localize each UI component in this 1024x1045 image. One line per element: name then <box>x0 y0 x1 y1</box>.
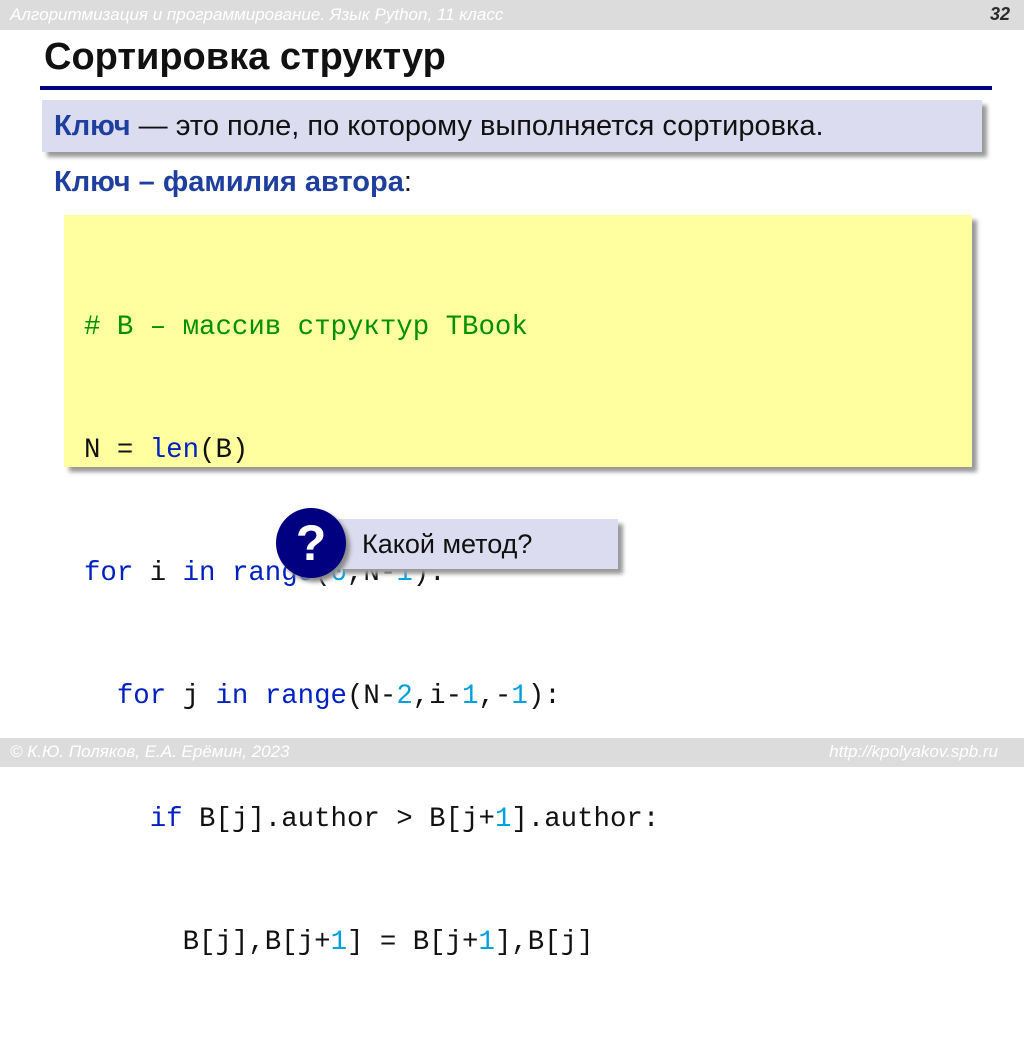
code-line-2: N = len(B) <box>84 430 659 471</box>
code-number: 1 <box>494 804 512 835</box>
code-keyword: in <box>215 681 249 712</box>
code-text: ] = B[j+ <box>347 927 479 958</box>
code-text: j <box>166 681 216 712</box>
code-block: # B – массив структур TBook N = len(B) f… <box>64 215 972 958</box>
definition-term: Ключ <box>54 110 131 142</box>
code-text: ): <box>527 681 561 712</box>
slide-title: Сортировка структур <box>44 36 446 78</box>
slide: Алгоритмизация и программирование. Язык … <box>0 0 1024 958</box>
question-text: Какой метод? <box>362 529 533 559</box>
code-text: ],B[j] <box>494 927 594 958</box>
code-listing: # B – массив структур TBook N = len(B) f… <box>84 225 659 1045</box>
title-underline <box>40 86 992 90</box>
code-text: N = <box>84 435 150 466</box>
code-number: 1 <box>462 681 479 712</box>
question-box: Какой метод? <box>338 519 618 569</box>
code-keyword: for <box>116 681 167 712</box>
code-number: 1 <box>478 927 495 958</box>
code-line-6: B[j],B[j+1] = B[j+1],B[j] <box>84 922 659 963</box>
footer-bar: © К.Ю. Поляков, Е.А. Ерёмин, 2023 http:/… <box>0 738 1024 767</box>
code-keyword: if <box>149 804 183 835</box>
code-text: (B) <box>199 435 249 466</box>
question-mark-icon[interactable]: ? <box>276 508 346 578</box>
code-number: 2 <box>396 681 413 712</box>
key-line-text: Ключ – фамилия автора <box>54 166 404 198</box>
course-title: Алгоритмизация и программирование. Язык … <box>10 5 504 24</box>
code-line-5: if B[j].author > B[j+1].author: <box>84 799 660 840</box>
definition-text: Ключ — это поле, по которому выполняется… <box>54 110 824 143</box>
code-number: 1 <box>330 927 347 958</box>
code-text: B[j].author > B[j+ <box>182 804 495 835</box>
code-text: ,i- <box>412 681 463 712</box>
code-number: 1 <box>511 681 528 712</box>
code-text: (N- <box>347 681 397 712</box>
code-text: ].author: <box>511 804 660 835</box>
question-glyph: ? <box>295 515 327 571</box>
definition-box: Ключ — это поле, по которому выполняется… <box>42 100 982 152</box>
code-keyword: for <box>84 558 134 589</box>
slide-number: 32 <box>989 4 1010 24</box>
code-keyword: range <box>264 681 347 712</box>
code-text: B[j],B[j+ <box>182 927 331 958</box>
footer-copyright: © К.Ю. Поляков, Е.А. Ерёмин, 2023 <box>10 742 290 761</box>
definition-body: — это поле, по которому выполняется сорт… <box>130 110 824 142</box>
key-line-colon: : <box>403 166 412 198</box>
key-line: Ключ – фамилия автора: <box>54 166 412 199</box>
footer-url[interactable]: http://kpolyakov.spb.ru <box>829 742 998 762</box>
code-comment: # B – массив структур TBook <box>84 312 528 343</box>
code-line-4: for j in range(N-2,i-1,-1): <box>84 676 659 717</box>
header-bar: Алгоритмизация и программирование. Язык … <box>0 0 1024 30</box>
code-line-1: # B – массив структур TBook <box>84 307 659 348</box>
code-text: i <box>133 558 183 589</box>
code-keyword: in <box>182 558 216 589</box>
code-keyword: len <box>149 435 200 466</box>
code-text: ,- <box>478 681 512 712</box>
